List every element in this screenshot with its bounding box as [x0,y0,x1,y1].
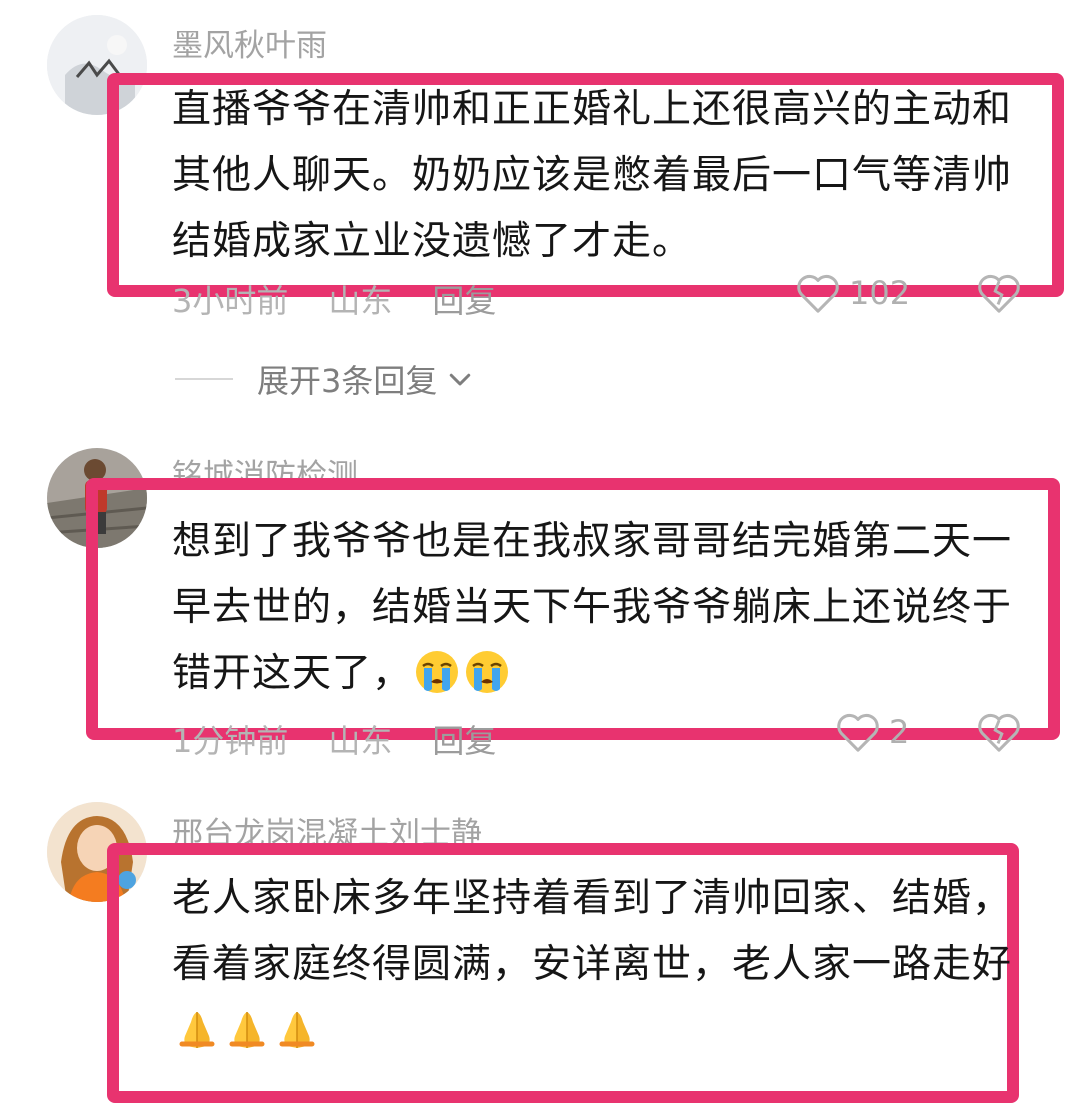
expand-replies-label: 展开3条回复 [257,362,438,400]
comment-meta: 3小时前 山东 回复 [172,276,496,322]
broken-heart-icon [978,713,1020,752]
chevron-down-icon [450,373,471,386]
comment-location: 山东 [328,722,393,760]
comment-time: 3小时前 [172,282,289,320]
broken-heart-icon [978,274,1020,313]
comment-time: 1分钟前 [172,722,289,760]
reply-button[interactable]: 回复 [432,276,496,322]
expand-replies-button[interactable]: 展开3条回复 [175,356,475,402]
dislike-button[interactable] [975,711,1023,753]
like-count: 102 [849,274,911,312]
folded-hands-icon [174,1006,220,1052]
comment-text: 想到了我爷爷也是在我叔家哥哥结完婚第二天一早去世的，结婚当天下午我爷爷躺床上还说… [172,509,1022,707]
comment-text-body: 老人家卧床多年坚持着看到了清帅回家、结婚，看着家庭终得圆满，安详离世，老人家一路… [172,876,1013,987]
like-count: 2 [889,713,910,751]
heart-icon [797,274,839,313]
crying-face-icon [414,649,460,695]
comment-text-body: 想到了我爷爷也是在我叔家哥哥结完婚第二天一早去世的，结婚当天下午我爷爷躺床上还说… [172,519,1013,696]
crying-face-icon [464,649,510,695]
divider [175,378,233,380]
username[interactable]: 墨风秋叶雨 [172,20,327,65]
comment-meta: 1分钟前 山东 回复 [172,716,496,762]
heart-icon [837,713,879,752]
folded-hands-icon [274,1006,320,1052]
comment-text: 老人家卧床多年坚持着看到了清帅回家、结婚，看着家庭终得圆满，安详离世，老人家一路… [172,866,1012,1064]
like-button[interactable]: 2 [835,711,909,753]
dislike-button[interactable] [975,272,1023,314]
comment-text: 直播爷爷在清帅和正正婚礼上还很高兴的主动和其他人聊天。奶奶应该是憋着最后一口气等… [172,87,1013,264]
comment-location: 山东 [328,282,393,320]
like-button[interactable]: 102 [795,272,910,314]
folded-hands-icon [224,1006,270,1052]
reply-button[interactable]: 回复 [432,716,496,762]
